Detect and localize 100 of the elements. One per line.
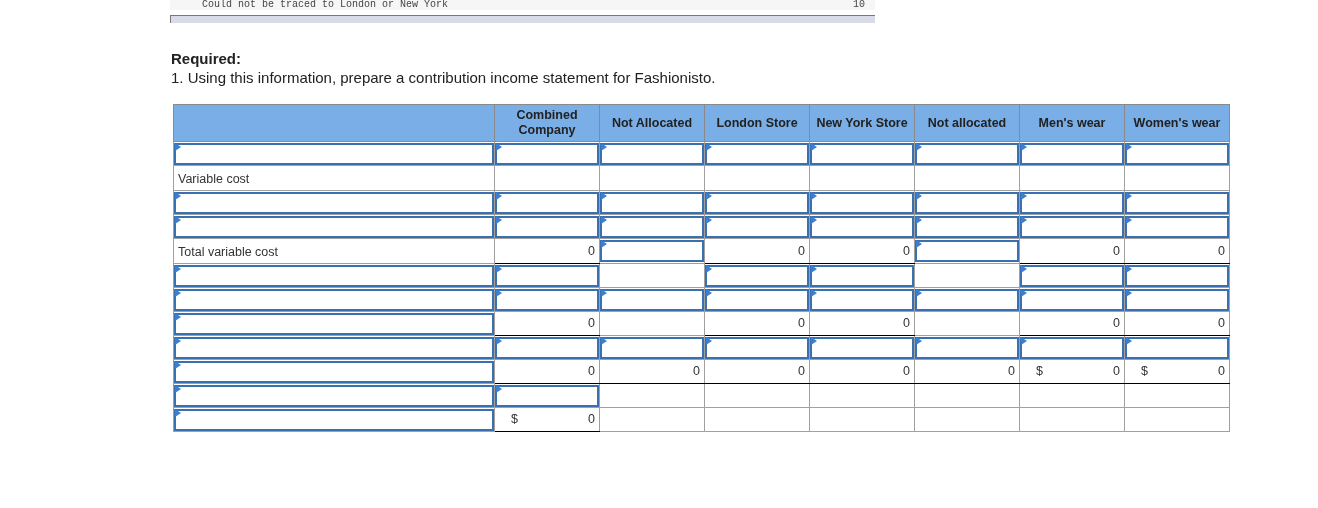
marker-icon bbox=[175, 385, 181, 393]
marker-icon bbox=[496, 143, 502, 151]
answer-field[interactable] bbox=[705, 288, 809, 311]
marker-icon bbox=[1021, 216, 1027, 224]
answer-field[interactable] bbox=[915, 336, 1019, 359]
column-header: Combined Company bbox=[494, 104, 600, 142]
answer-field[interactable] bbox=[495, 264, 599, 287]
required-heading: Required: bbox=[171, 49, 242, 68]
marker-icon bbox=[496, 265, 502, 273]
marker-icon bbox=[916, 337, 922, 345]
marker-icon bbox=[175, 409, 181, 417]
marker-icon bbox=[175, 216, 181, 224]
amount-value: 0 bbox=[588, 242, 595, 260]
answer-field[interactable] bbox=[810, 142, 914, 165]
answer-field[interactable] bbox=[705, 191, 809, 214]
amount-value: 0 bbox=[1218, 363, 1225, 381]
marker-icon bbox=[175, 337, 181, 345]
answer-field[interactable] bbox=[1020, 215, 1124, 238]
answer-field[interactable] bbox=[495, 336, 599, 359]
marker-icon bbox=[916, 143, 922, 151]
answer-field[interactable] bbox=[810, 215, 914, 238]
answer-field[interactable] bbox=[495, 215, 599, 238]
answer-field[interactable] bbox=[915, 240, 1019, 262]
answer-field[interactable] bbox=[174, 408, 494, 431]
answer-field[interactable] bbox=[174, 384, 494, 407]
answer-field[interactable] bbox=[495, 288, 599, 311]
marker-icon bbox=[811, 337, 817, 345]
marker-icon bbox=[811, 289, 817, 297]
marker-icon bbox=[496, 385, 502, 393]
answer-field[interactable] bbox=[600, 288, 704, 311]
answer-field[interactable] bbox=[600, 240, 704, 262]
column-header: Not Allocated bbox=[599, 104, 705, 142]
answer-field[interactable] bbox=[705, 142, 809, 165]
marker-icon bbox=[1021, 289, 1027, 297]
answer-field[interactable] bbox=[810, 264, 914, 287]
amount-value: 0 bbox=[1008, 363, 1015, 381]
column-header: London Store bbox=[704, 104, 810, 142]
marker-icon bbox=[706, 192, 712, 200]
currency-sign: $ bbox=[1140, 363, 1148, 381]
marker-icon bbox=[1021, 192, 1027, 200]
answer-field[interactable] bbox=[174, 312, 494, 335]
amount-value: 0 bbox=[903, 363, 910, 381]
answer-field[interactable] bbox=[705, 336, 809, 359]
answer-field[interactable] bbox=[810, 336, 914, 359]
answer-field[interactable] bbox=[174, 336, 494, 359]
answer-field[interactable] bbox=[915, 288, 1019, 311]
answer-field[interactable] bbox=[600, 142, 704, 165]
amount-value: 0 bbox=[1113, 315, 1120, 333]
answer-field[interactable] bbox=[174, 142, 494, 165]
answer-field[interactable] bbox=[495, 142, 599, 165]
marker-icon bbox=[1126, 143, 1132, 151]
answer-field[interactable] bbox=[1020, 336, 1124, 359]
amount-value: 0 bbox=[1218, 315, 1225, 333]
answer-field[interactable] bbox=[1125, 191, 1229, 214]
answer-field[interactable] bbox=[705, 264, 809, 287]
currency-sign: $ bbox=[510, 411, 518, 429]
marker-icon bbox=[706, 337, 712, 345]
marker-icon bbox=[1126, 289, 1132, 297]
marker-icon bbox=[175, 143, 181, 151]
answer-field[interactable] bbox=[174, 215, 494, 238]
answer-field[interactable] bbox=[495, 384, 599, 407]
marker-icon bbox=[496, 216, 502, 224]
scroll-bar[interactable] bbox=[170, 15, 875, 23]
data-row-value: 10 bbox=[853, 0, 865, 10]
answer-field[interactable] bbox=[1125, 336, 1229, 359]
answer-field[interactable] bbox=[1125, 215, 1229, 238]
answer-field[interactable] bbox=[810, 191, 914, 214]
answer-field[interactable] bbox=[174, 264, 494, 287]
answer-field[interactable] bbox=[1125, 264, 1229, 287]
marker-icon bbox=[1126, 216, 1132, 224]
answer-field[interactable] bbox=[600, 191, 704, 214]
answer-field[interactable] bbox=[810, 288, 914, 311]
amount-value: 0 bbox=[903, 315, 910, 333]
answer-field[interactable] bbox=[1020, 288, 1124, 311]
marker-icon bbox=[601, 289, 607, 297]
answer-field[interactable] bbox=[705, 215, 809, 238]
answer-field[interactable] bbox=[1020, 142, 1124, 165]
marker-icon bbox=[496, 337, 502, 345]
answer-field[interactable] bbox=[495, 191, 599, 214]
marker-icon bbox=[601, 240, 607, 248]
answer-field[interactable] bbox=[600, 215, 704, 238]
amount-value: 0 bbox=[798, 363, 805, 381]
answer-field[interactable] bbox=[1125, 142, 1229, 165]
answer-field[interactable] bbox=[600, 336, 704, 359]
amount-value: 0 bbox=[588, 363, 595, 381]
answer-field[interactable] bbox=[174, 288, 494, 311]
answer-field[interactable] bbox=[1125, 288, 1229, 311]
marker-icon bbox=[1126, 337, 1132, 345]
answer-field[interactable] bbox=[174, 191, 494, 214]
marker-icon bbox=[601, 143, 607, 151]
marker-icon bbox=[1021, 265, 1027, 273]
marker-icon bbox=[706, 289, 712, 297]
answer-field[interactable] bbox=[1020, 191, 1124, 214]
marker-icon bbox=[916, 216, 922, 224]
answer-field[interactable] bbox=[174, 360, 494, 383]
answer-field[interactable] bbox=[1020, 264, 1124, 287]
answer-field[interactable] bbox=[915, 191, 1019, 214]
currency-sign: $ bbox=[1035, 363, 1043, 381]
answer-field[interactable] bbox=[915, 215, 1019, 238]
answer-field[interactable] bbox=[915, 142, 1019, 165]
